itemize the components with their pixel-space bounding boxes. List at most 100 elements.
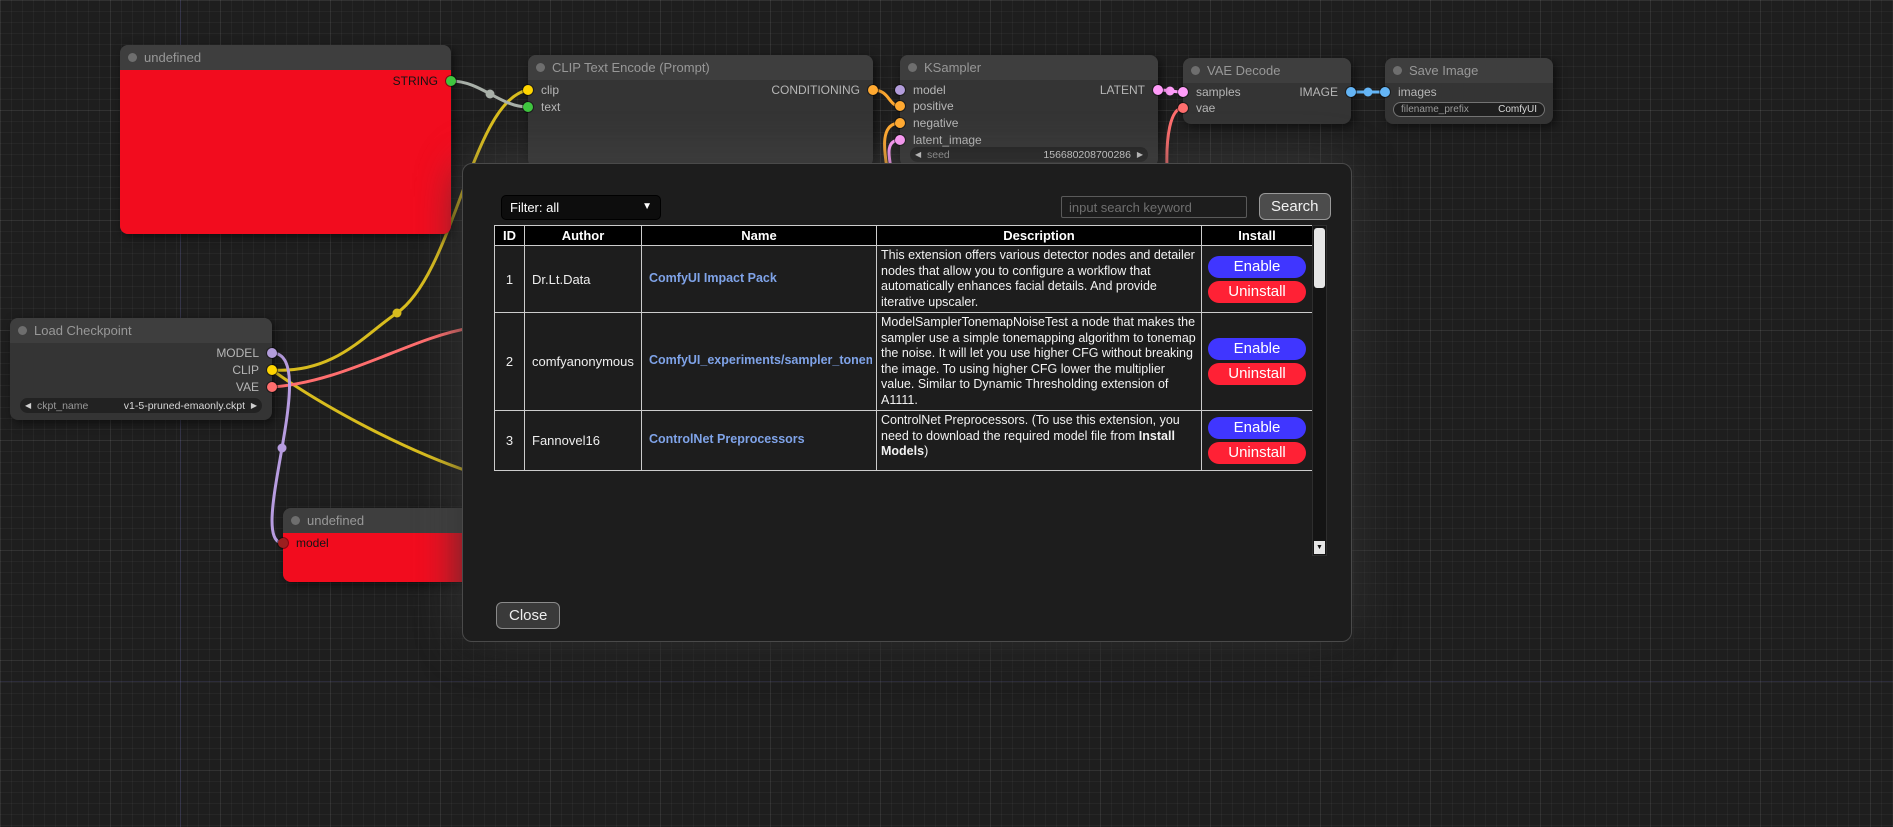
- wire-string-to-text-input: [451, 81, 528, 107]
- collapse-dot-icon[interactable]: [291, 516, 300, 525]
- filter-select[interactable]: Filter: all: [501, 195, 661, 220]
- input-slot-vae: vae: [1183, 100, 1351, 116]
- scrollbar[interactable]: ▼: [1312, 225, 1327, 556]
- wire-clip-to-hidden-node: [272, 370, 470, 472]
- slot-label: CLIP: [232, 363, 259, 377]
- image-output-dot[interactable]: [1346, 87, 1356, 97]
- conditioning-output-dot[interactable]: [868, 85, 878, 95]
- slot-label: VAE: [236, 380, 259, 394]
- input-slot-text: text: [528, 99, 873, 115]
- negative-input-dot[interactable]: [895, 118, 905, 128]
- output-slot-string: STRING: [120, 73, 451, 89]
- node-title: Save Image: [1409, 63, 1478, 78]
- enable-button[interactable]: Enable: [1208, 417, 1306, 439]
- uninstall-button[interactable]: Uninstall: [1208, 281, 1306, 303]
- slot-label: latent_image: [913, 133, 982, 147]
- extension-id: 2: [495, 313, 525, 411]
- model-input-dot[interactable]: [278, 538, 288, 548]
- output-slot-clip: CLIP: [10, 362, 272, 378]
- clip-output-dot[interactable]: [267, 365, 277, 375]
- ckpt-name-widget[interactable]: ◀ ckpt_name v1-5-pruned-emaonly.ckpt ▶: [20, 398, 262, 413]
- input-slot-positive: positive: [900, 98, 1158, 114]
- collapse-dot-icon[interactable]: [1393, 66, 1402, 75]
- extension-author: comfyanonymous: [525, 313, 642, 411]
- wire-vae-input-stub: [1167, 108, 1183, 168]
- string-output-dot[interactable]: [446, 76, 456, 86]
- collapse-dot-icon[interactable]: [18, 326, 27, 335]
- extension-name-link[interactable]: ComfyUI Impact Pack: [649, 271, 777, 285]
- node-title-bar[interactable]: Save Image: [1385, 58, 1553, 83]
- output-slot-conditioning: CONDITIONING: [528, 82, 873, 98]
- header-description: Description: [877, 226, 1202, 246]
- slot-label: positive: [913, 99, 954, 113]
- close-button[interactable]: Close: [496, 602, 560, 629]
- collapse-dot-icon[interactable]: [1191, 66, 1200, 75]
- graph-canvas[interactable]: undefined STRING CLIP Text Encode (Promp…: [0, 0, 1893, 827]
- node-title-bar[interactable]: Load Checkpoint: [10, 318, 272, 343]
- extension-row: 2 comfyanonymous ComfyUI_experiments/sam…: [495, 313, 1313, 411]
- node-title-bar[interactable]: VAE Decode: [1183, 58, 1351, 83]
- enable-button[interactable]: Enable: [1208, 338, 1306, 360]
- text-input-dot[interactable]: [523, 102, 533, 112]
- extension-author: Fannovel16: [525, 411, 642, 471]
- output-slot-model: MODEL: [10, 345, 272, 361]
- positive-input-dot[interactable]: [895, 101, 905, 111]
- slot-label: text: [541, 100, 560, 114]
- increment-arrow-icon[interactable]: ▶: [1133, 150, 1143, 159]
- collapse-dot-icon[interactable]: [128, 53, 137, 62]
- link-midpoint-dot: [278, 444, 287, 453]
- header-author: Author: [525, 226, 642, 246]
- node-title: KSampler: [924, 60, 981, 75]
- slot-label: STRING: [393, 74, 438, 88]
- node-title-bar[interactable]: KSampler: [900, 55, 1158, 80]
- wire-vae-to-hidden: [272, 328, 470, 387]
- node-title-bar[interactable]: CLIP Text Encode (Prompt): [528, 55, 873, 80]
- slot-label: MODEL: [216, 346, 259, 360]
- node-ksampler[interactable]: KSampler model positive negative latent_…: [900, 55, 1158, 167]
- scrollbar-thumb[interactable]: [1314, 228, 1325, 288]
- vae-output-dot[interactable]: [267, 382, 277, 392]
- output-slot-vae: VAE: [10, 379, 272, 395]
- uninstall-button[interactable]: Uninstall: [1208, 442, 1306, 464]
- extension-row: 3 Fannovel16 ControlNet Preprocessors Co…: [495, 411, 1313, 471]
- node-load-checkpoint[interactable]: Load Checkpoint MODEL CLIP VAE ◀ ckpt_na…: [10, 318, 272, 420]
- node-title: undefined: [307, 513, 364, 528]
- node-undefined-top[interactable]: undefined STRING: [120, 45, 451, 234]
- decrement-arrow-icon[interactable]: ◀: [915, 150, 925, 159]
- extension-id: 1: [495, 246, 525, 313]
- input-slot-negative: negative: [900, 115, 1158, 131]
- latent-image-input-dot[interactable]: [895, 135, 905, 145]
- install-cell: Enable Uninstall: [1202, 411, 1313, 471]
- enable-button[interactable]: Enable: [1208, 256, 1306, 278]
- node-vae-decode[interactable]: VAE Decode samples vae IMAGE: [1183, 58, 1351, 124]
- node-body-error: [120, 70, 451, 234]
- node-title-bar[interactable]: undefined: [120, 45, 451, 70]
- slot-label: negative: [913, 116, 958, 130]
- header-install: Install: [1202, 226, 1313, 246]
- collapse-dot-icon[interactable]: [536, 63, 545, 72]
- decrement-arrow-icon[interactable]: ◀: [25, 401, 35, 410]
- scroll-down-button[interactable]: ▼: [1314, 541, 1325, 554]
- increment-arrow-icon[interactable]: ▶: [247, 401, 257, 410]
- vae-input-dot[interactable]: [1178, 103, 1188, 113]
- table-header-row: ID Author Name Description Install: [495, 226, 1313, 246]
- extension-name-link[interactable]: ControlNet Preprocessors: [649, 432, 805, 446]
- search-button[interactable]: Search: [1259, 193, 1331, 220]
- uninstall-button[interactable]: Uninstall: [1208, 363, 1306, 385]
- widget-value: 156680208700286: [1043, 149, 1131, 161]
- description-text: ModelSamplerTonemapNoiseTest a node that…: [881, 315, 1196, 407]
- collapse-dot-icon[interactable]: [908, 63, 917, 72]
- images-input-dot[interactable]: [1380, 87, 1390, 97]
- input-slot-images: images: [1385, 84, 1553, 100]
- model-output-dot[interactable]: [267, 348, 277, 358]
- latent-output-dot[interactable]: [1153, 85, 1163, 95]
- filename-prefix-widget[interactable]: filename_prefix ComfyUI: [1393, 102, 1545, 117]
- link-midpoint-dot: [486, 90, 495, 99]
- output-slot-image: IMAGE: [1183, 84, 1351, 100]
- node-save-image[interactable]: Save Image images filename_prefix ComfyU…: [1385, 58, 1553, 124]
- node-clip-text-encode[interactable]: CLIP Text Encode (Prompt) clip text COND…: [528, 55, 873, 167]
- extension-name-link[interactable]: ComfyUI_experiments/sampler_tonemap: [649, 353, 872, 367]
- search-input[interactable]: [1061, 196, 1247, 218]
- extension-description: ModelSamplerTonemapNoiseTest a node that…: [877, 313, 1202, 411]
- seed-widget[interactable]: ◀ seed 156680208700286 ▶: [910, 147, 1148, 162]
